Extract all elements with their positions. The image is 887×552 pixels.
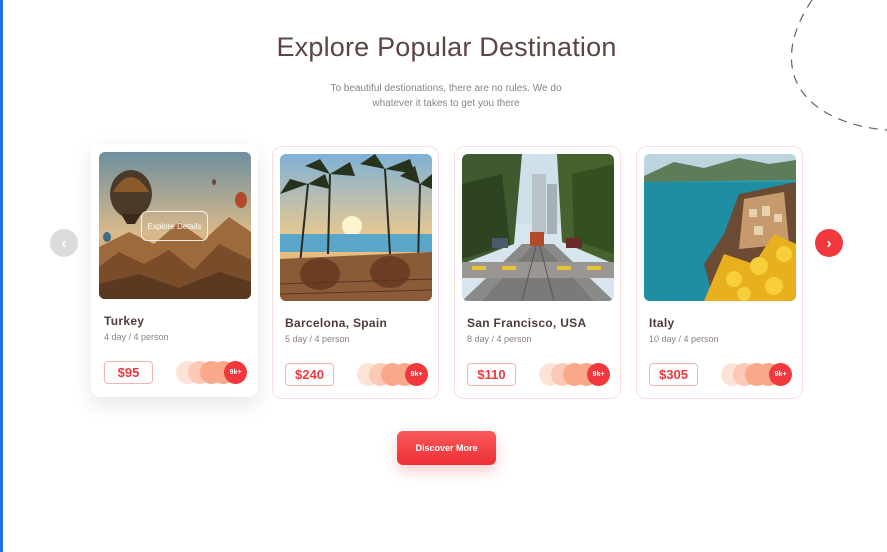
destination-card-turkey[interactable]: Explore Details Turkey 4 day / 4 person … — [91, 144, 258, 397]
chevron-left-icon: ‹ — [61, 234, 67, 252]
destination-duration: 8 day / 4 person — [467, 334, 532, 344]
price-tag: $305 — [649, 363, 698, 386]
section-subtitle: To beautiful destionations, there are no… — [330, 83, 562, 109]
price-tag: $110 — [467, 363, 516, 386]
destination-name: Italy — [649, 316, 675, 330]
traveler-count-badge: 9k+ — [587, 363, 610, 386]
destination-duration: 4 day / 4 person — [104, 332, 169, 342]
destination-image-turkey: Explore Details — [99, 152, 251, 299]
traveler-count-badge: 9k+ — [769, 363, 792, 386]
destination-duration: 10 day / 4 person — [649, 334, 719, 344]
destination-card-italy[interactable]: Italy 10 day / 4 person $305 9k+ — [636, 146, 803, 399]
explore-details-button[interactable]: Explore Details — [141, 211, 208, 241]
price-tag: $95 — [104, 361, 153, 384]
destination-image-san-francisco — [462, 154, 614, 301]
traveler-count-badge: 9k+ — [405, 363, 428, 386]
traveler-avatars: 9k+ — [357, 363, 429, 386]
discover-more-button[interactable]: Discover More — [397, 431, 496, 465]
destination-card-barcelona[interactable]: Barcelona, Spain 5 day / 4 person $240 9… — [272, 146, 439, 399]
destination-name: San Francisco, USA — [467, 316, 587, 330]
destination-name: Turkey — [104, 314, 145, 328]
destination-card-san-francisco[interactable]: San Francisco, USA 8 day / 4 person $110… — [454, 146, 621, 399]
destination-name: Barcelona, Spain — [285, 316, 388, 330]
price-tag: $240 — [285, 363, 334, 386]
traveler-count-badge: 9k+ — [224, 361, 247, 384]
traveler-avatars: 9k+ — [176, 361, 248, 384]
carousel-prev-button[interactable]: ‹ — [50, 229, 78, 257]
dashed-path-decoration — [790, 0, 887, 131]
traveler-avatars: 9k+ — [539, 363, 611, 386]
destination-image-barcelona — [280, 154, 432, 301]
destination-duration: 5 day / 4 person — [285, 334, 350, 344]
destination-image-italy — [644, 154, 796, 301]
window-edge — [0, 0, 3, 552]
carousel-next-button[interactable]: › — [815, 229, 843, 257]
chevron-right-icon: › — [826, 234, 832, 252]
traveler-avatars: 9k+ — [721, 363, 793, 386]
section-title: Explore Popular Destination — [276, 32, 617, 62]
